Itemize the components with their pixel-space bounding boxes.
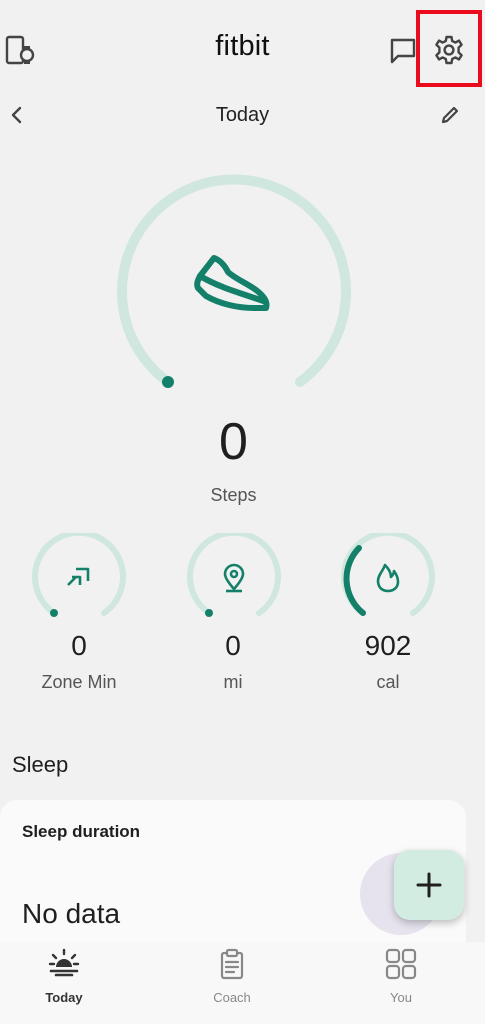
- calories-value: 902: [364, 630, 412, 661]
- sleep-section-title: Sleep: [12, 752, 69, 777]
- calories-gauge-svg: [341, 529, 435, 616]
- steps-gauge-track: [117, 174, 351, 387]
- clipboard-icon: [220, 948, 244, 980]
- nav-today[interactable]: Today: [4, 942, 124, 1024]
- nav-you[interactable]: You: [341, 942, 461, 1024]
- chat-bubble-icon: [390, 38, 416, 64]
- steps-progress-dot: [162, 376, 174, 388]
- shoe-icon: [194, 255, 270, 311]
- distance-gauge-svg: [187, 529, 281, 617]
- calories-gauge[interactable]: [339, 529, 437, 617]
- app-bar: fitbit: [0, 0, 485, 100]
- date-title: Today: [215, 104, 270, 126]
- zone-min-gauge[interactable]: [30, 529, 128, 617]
- distance-gauge[interactable]: [185, 529, 283, 617]
- location-pin-icon: [223, 563, 245, 593]
- calories-label: cal: [376, 672, 400, 692]
- add-fab-button[interactable]: [394, 850, 464, 920]
- steps-gauge[interactable]: [112, 170, 356, 400]
- zone-min-label: Zone Min: [41, 672, 117, 692]
- steps-label: Steps: [210, 485, 257, 505]
- distance-value: 0: [225, 630, 241, 661]
- zone-min-gauge-svg: [32, 529, 126, 617]
- plus-icon: [416, 872, 442, 898]
- distance-label: mi: [223, 672, 243, 692]
- steps-value: 0: [219, 413, 248, 471]
- pencil-icon: [441, 106, 459, 124]
- nav-coach[interactable]: Coach: [172, 942, 292, 1024]
- steps-gauge-svg: [117, 174, 351, 388]
- nav-today-label: Today: [45, 990, 83, 1005]
- sleep-card-value: No data: [22, 898, 121, 929]
- zone-arrows-icon: [67, 567, 90, 586]
- flame-icon: [376, 563, 400, 593]
- sleep-card-title: Sleep duration: [22, 822, 141, 841]
- edit-button[interactable]: [436, 102, 464, 128]
- nav-you-label: You: [390, 990, 412, 1005]
- today-sunrise-icon: [48, 948, 80, 977]
- zone-min-value: 0: [71, 630, 87, 661]
- messages-icon[interactable]: [386, 34, 420, 68]
- settings-highlight-box: [416, 10, 482, 87]
- nav-coach-label: Coach: [213, 990, 251, 1005]
- grid-icon: [385, 948, 417, 980]
